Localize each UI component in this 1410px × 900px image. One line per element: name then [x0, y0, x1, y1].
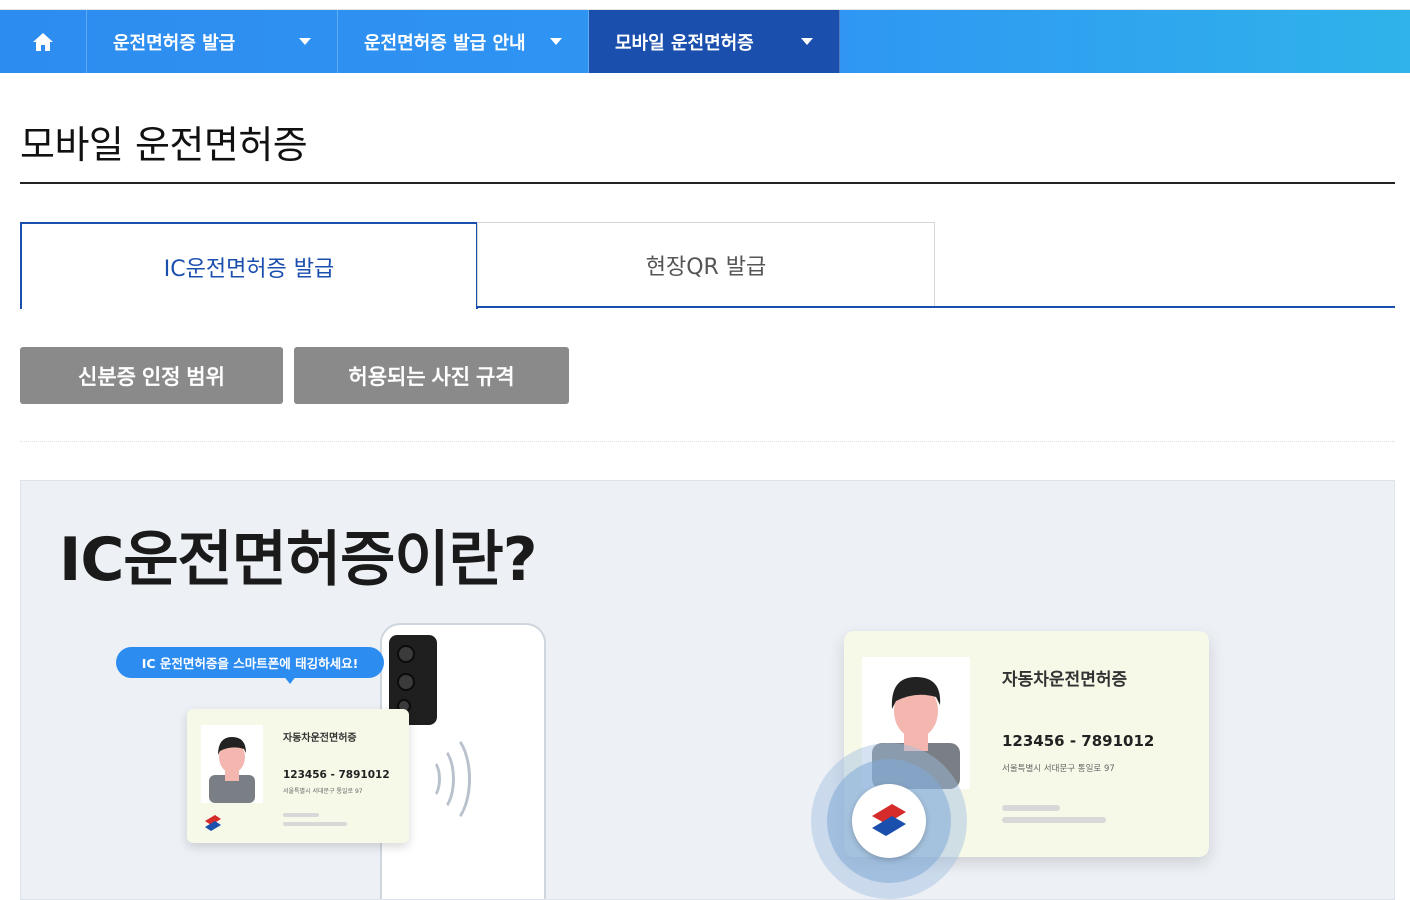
- id-scope-button[interactable]: 신분증 인정 범위: [20, 347, 283, 404]
- section-divider: [20, 441, 1395, 442]
- nav-item-mobile-license[interactable]: 모바일 운전면허증: [589, 10, 840, 73]
- ic-chip-icon: [852, 784, 926, 858]
- placeholder-line: [1002, 805, 1060, 811]
- main-nav: 운전면허증 발급 운전면허증 발급 안내 모바일 운전면허증: [0, 10, 1410, 73]
- caret-down-icon: [299, 38, 311, 45]
- home-icon: [33, 32, 53, 51]
- caret-down-icon: [801, 38, 813, 45]
- page-title: 모바일 운전면허증: [20, 123, 308, 167]
- bubble-tail: [283, 675, 297, 684]
- card-address: 서울특별시 서대문구 통일로 97: [1002, 764, 1115, 774]
- camera-lens: [397, 673, 415, 691]
- home-button[interactable]: [0, 10, 87, 73]
- card-number: 123456 - 7891012: [283, 769, 390, 781]
- card-number: 123456 - 7891012: [1002, 732, 1155, 750]
- nav-item-license-issue[interactable]: 운전면허증 발급: [87, 10, 338, 73]
- info-button-row: 신분증 인정 범위 허용되는 사진 규격: [20, 347, 569, 404]
- tab-ic-license[interactable]: IC운전면허증 발급: [20, 222, 478, 309]
- nav-item-label: 운전면허증 발급 안내: [364, 32, 526, 54]
- card-title: 자동차운전면허증: [283, 733, 357, 744]
- nav-item-label: 운전면허증 발급: [113, 32, 236, 54]
- placeholder-line: [283, 822, 347, 826]
- ic-license-banner: IC운전면허증이란? IC 운전면허증을 스마트폰에 태깅하세요! 자동차운전면…: [20, 480, 1395, 900]
- tab-bar: IC운전면허증 발급 현장QR 발급: [20, 222, 1395, 309]
- title-divider: [20, 182, 1395, 184]
- police-emblem-icon: [205, 815, 221, 831]
- card-address: 서울특별시 서대문구 통일로 97: [283, 788, 363, 795]
- placeholder-line: [283, 813, 319, 817]
- tab-onsite-qr[interactable]: 현장QR 발급: [477, 222, 935, 306]
- tab-baseline: [477, 306, 1395, 308]
- nfc-wave-icon: [421, 731, 471, 827]
- license-card-small: 자동차운전면허증 123456 - 7891012 서울특별시 서대문구 통일로…: [187, 709, 409, 843]
- photo-spec-button[interactable]: 허용되는 사진 규격: [294, 347, 569, 404]
- placeholder-line: [1002, 817, 1106, 823]
- tag-hint-bubble: IC 운전면허증을 스마트폰에 태깅하세요!: [116, 647, 384, 678]
- card-title: 자동차운전면허증: [1002, 670, 1128, 690]
- caret-down-icon: [550, 38, 562, 45]
- nav-item-label: 모바일 운전면허증: [615, 32, 754, 54]
- nav-item-license-guide[interactable]: 운전면허증 발급 안내: [338, 10, 589, 73]
- camera-lens: [397, 645, 415, 663]
- top-border: [0, 0, 1410, 10]
- person-photo-icon: [201, 725, 263, 803]
- banner-title: IC운전면허증이란?: [59, 525, 538, 595]
